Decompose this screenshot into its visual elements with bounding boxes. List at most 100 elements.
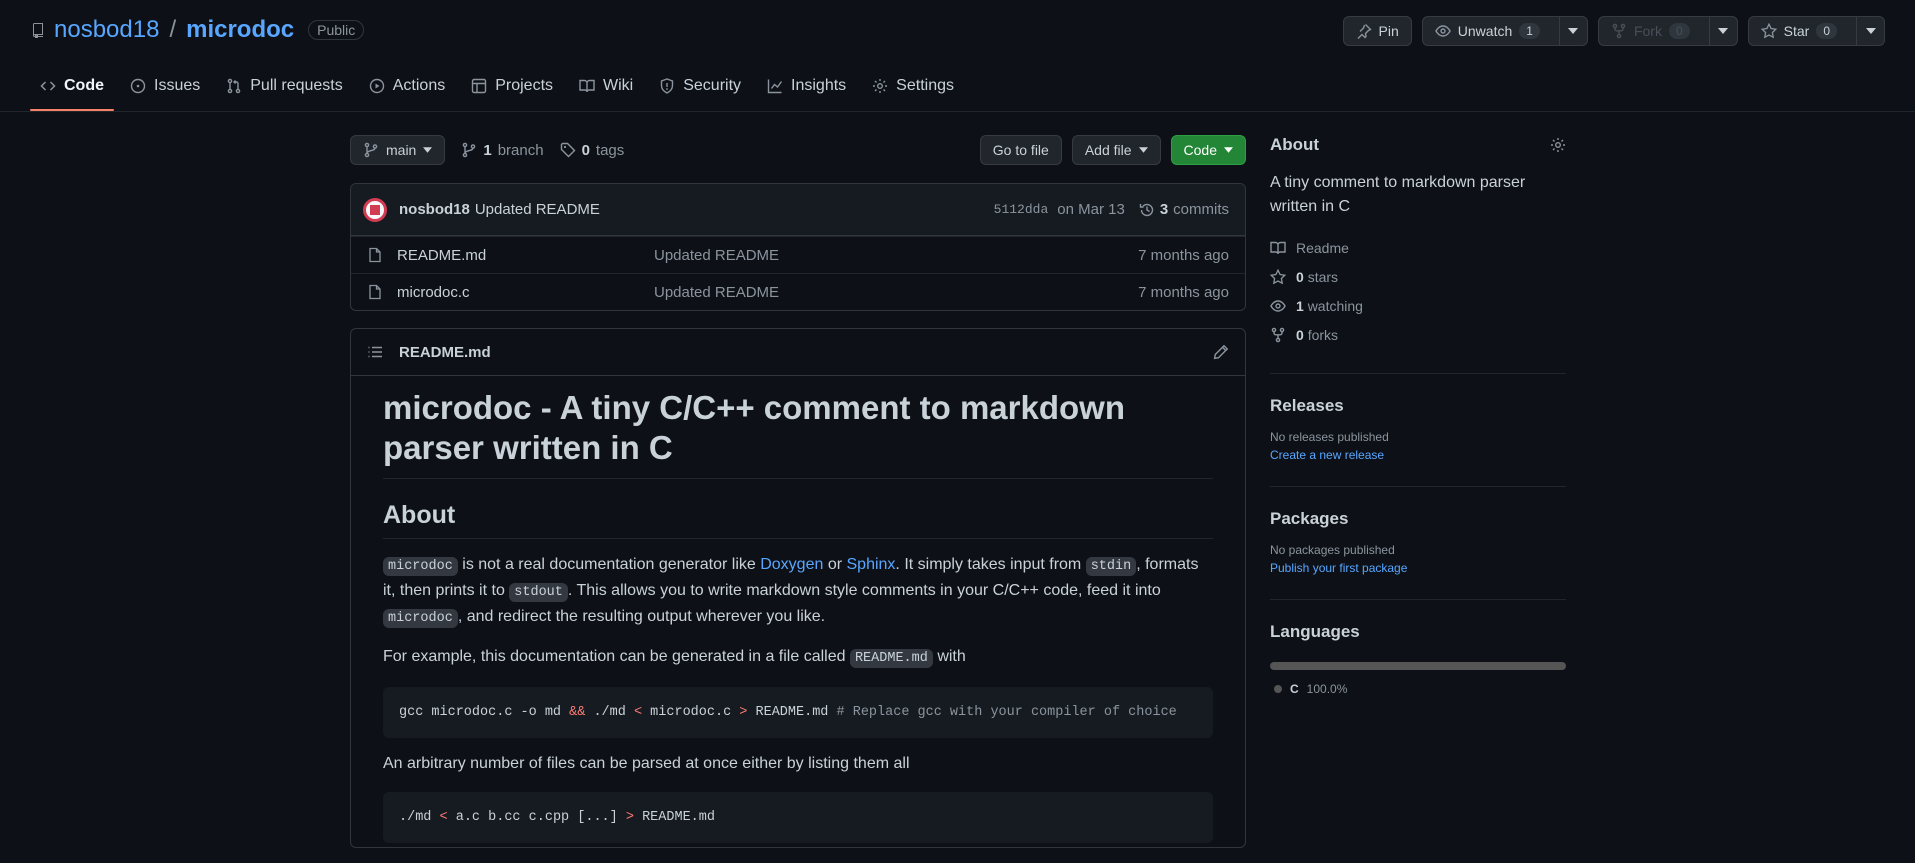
tab-actions[interactable]: Actions <box>359 70 455 102</box>
text: is not a real documentation generator li… <box>457 556 761 573</box>
tab-settings[interactable]: Settings <box>862 70 964 102</box>
pin-icon <box>1356 23 1372 39</box>
repo-owner-link[interactable]: nosbod18 <box>54 16 159 44</box>
text: . It simply takes input from <box>895 556 1086 573</box>
code-text: gcc microdoc.c -o md <box>399 705 570 720</box>
code-operator: && <box>569 705 586 720</box>
commits-history-link[interactable]: 3 commits <box>1139 201 1229 218</box>
forks-link[interactable]: 0 forks <box>1270 320 1566 349</box>
tab-actions-label: Actions <box>392 77 446 94</box>
chevron-down-icon <box>423 147 433 153</box>
star-counter: 0 <box>1816 23 1837 39</box>
tag-label: tags <box>595 141 625 159</box>
file-icon <box>367 247 383 263</box>
pull-request-icon <box>226 78 242 94</box>
tags-link[interactable]: 0 tags <box>560 141 625 159</box>
play-icon <box>369 78 385 94</box>
gear-icon[interactable] <box>1550 137 1566 153</box>
commit-date: on Mar 13 <box>1057 201 1125 218</box>
inline-code: README.md <box>849 649 933 668</box>
visibility-badge: Public <box>308 20 365 40</box>
branch-label: branch <box>497 141 544 159</box>
table-icon <box>471 78 487 94</box>
tab-security[interactable]: Security <box>649 70 751 102</box>
text: , and redirect the resulting output wher… <box>457 608 826 625</box>
branch-select-button[interactable]: main <box>350 135 446 165</box>
releases-title[interactable]: Releases <box>1270 396 1566 416</box>
tab-pull-requests[interactable]: Pull requests <box>216 70 353 102</box>
readme-filename: README.md <box>399 343 491 361</box>
about-title: About <box>1270 135 1320 154</box>
fork-counter: 0 <box>1668 23 1690 39</box>
tab-issues[interactable]: Issues <box>120 70 210 102</box>
tab-code[interactable]: Code <box>30 70 114 111</box>
packages-title[interactable]: Packages <box>1270 509 1566 529</box>
code-text: a.c b.cc c.cpp [...] <box>447 810 626 825</box>
add-file-button[interactable]: Add file <box>1071 135 1161 165</box>
commit-author-link[interactable]: nosbod18 <box>399 201 470 218</box>
stars-label: stars <box>1307 268 1339 285</box>
pin-button[interactable]: Pin <box>1342 16 1412 46</box>
tab-pull-requests-label: Pull requests <box>250 77 343 94</box>
fork-button[interactable]: Fork 0 <box>1597 16 1738 46</box>
code-text: ./md <box>399 810 440 825</box>
readme-content: microdoc - A tiny C/C++ comment to markd… <box>351 376 1245 843</box>
code-block: ./md < a.c b.cc c.cpp [...] > README.md <box>383 792 1213 843</box>
chevron-down-icon <box>1224 147 1233 153</box>
tab-wiki[interactable]: Wiki <box>569 70 643 102</box>
go-to-file-button[interactable]: Go to file <box>979 135 1062 165</box>
file-name-link[interactable]: microdoc.c <box>397 284 654 301</box>
about-list: Readme 0 stars 1 watching 0 forks <box>1270 233 1566 349</box>
inline-code: microdoc <box>383 609 458 628</box>
tab-projects-label: Projects <box>495 77 554 94</box>
readme-about-heading: About <box>383 501 1213 539</box>
language-name: C <box>1290 682 1299 696</box>
file-row[interactable]: README.md Updated README 7 months ago <box>351 236 1245 273</box>
avatar[interactable] <box>363 197 387 222</box>
fork-dropdown-icon[interactable] <box>1708 17 1737 45</box>
watchers-link[interactable]: 1 watching <box>1270 291 1566 320</box>
file-name-link[interactable]: README.md <box>397 247 654 264</box>
file-age: 7 months ago <box>1138 246 1229 264</box>
sphinx-link[interactable]: Sphinx <box>847 556 896 573</box>
list-unordered-icon[interactable] <box>367 344 383 360</box>
star-button[interactable]: Star 0 <box>1747 16 1885 46</box>
eye-icon <box>1270 298 1286 314</box>
stars-count: 0 <box>1296 268 1304 285</box>
tag-icon <box>560 142 576 158</box>
tab-projects[interactable]: Projects <box>461 70 563 102</box>
file-row[interactable]: microdoc.c Updated README 7 months ago <box>351 273 1245 310</box>
book-icon <box>1270 240 1286 256</box>
tab-issues-label: Issues <box>154 77 201 94</box>
add-file-label: Add file <box>1084 142 1132 158</box>
star-dropdown-icon[interactable] <box>1856 17 1884 45</box>
code-button[interactable]: Code <box>1170 135 1246 165</box>
readme-box: README.md microdoc - A tiny C/C++ commen… <box>350 328 1246 848</box>
branches-link[interactable]: 1 branch <box>461 141 544 159</box>
unwatch-button[interactable]: Unwatch 1 <box>1421 16 1588 46</box>
watch-counter: 1 <box>1519 23 1540 39</box>
stars-link[interactable]: 0 stars <box>1270 262 1566 291</box>
readme-link[interactable]: Readme <box>1270 233 1566 262</box>
text: . This allows you to write markdown styl… <box>567 582 1161 599</box>
commit-sha-link[interactable]: 5112dda <box>994 202 1049 217</box>
tab-insights[interactable]: Insights <box>757 70 856 102</box>
star-label: Star <box>1783 23 1810 39</box>
publish-package-link[interactable]: Publish your first package <box>1270 561 1566 575</box>
repo-name-link[interactable]: microdoc <box>186 16 294 44</box>
language-bar <box>1270 662 1566 670</box>
doxygen-link[interactable]: Doxygen <box>760 556 823 573</box>
file-commit-message[interactable]: Updated README <box>654 247 1138 264</box>
divider <box>1270 373 1566 374</box>
watching-label: watching <box>1307 297 1363 314</box>
pencil-icon[interactable] <box>1213 344 1229 360</box>
code-operator: > <box>625 810 634 825</box>
file-commit-message[interactable]: Updated README <box>654 284 1138 301</box>
create-release-link[interactable]: Create a new release <box>1270 448 1566 462</box>
commit-message-link[interactable]: Updated README <box>475 201 600 218</box>
unwatch-dropdown-icon[interactable] <box>1558 17 1587 45</box>
languages-title: Languages <box>1270 622 1360 641</box>
text: with <box>932 648 966 665</box>
language-item[interactable]: C 100.0% <box>1270 682 1566 696</box>
code-comment: # Replace gcc with your compiler of choi… <box>836 705 1177 720</box>
